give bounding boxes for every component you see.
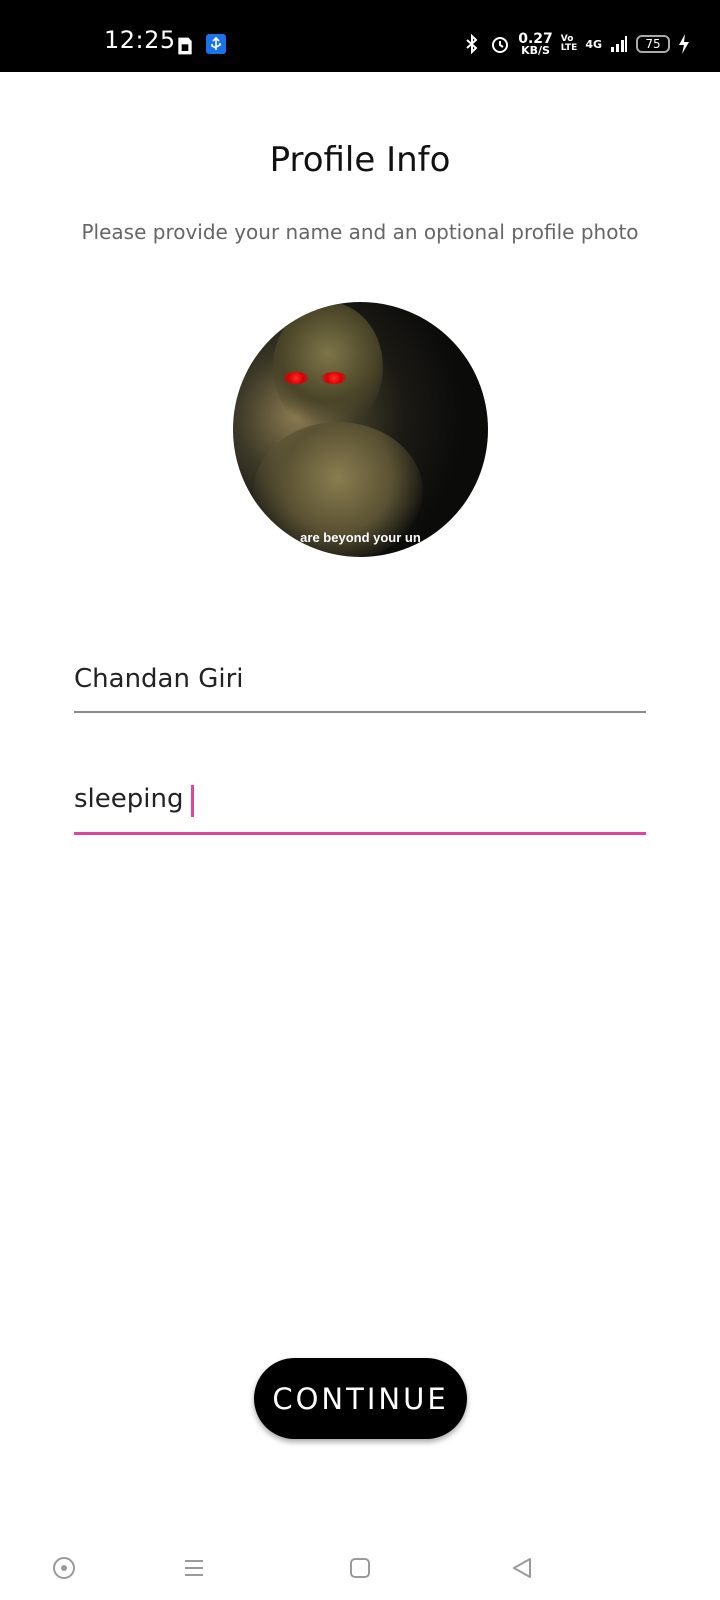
- home-square-icon: [350, 1558, 370, 1578]
- battery-icon: 75: [636, 35, 670, 53]
- charging-icon: [679, 34, 689, 54]
- back-triangle-icon: [513, 1558, 531, 1578]
- volte-indicator: Vo LTE: [560, 34, 578, 53]
- assistant-nav-button[interactable]: [46, 1550, 82, 1586]
- photo-caption: are beyond your un: [300, 530, 421, 545]
- status-time: 12:25: [104, 26, 176, 54]
- alarm-icon: [492, 37, 509, 53]
- status-bar: 12:25 0.27 KB/S Vo LTE 4G 75: [0, 0, 720, 72]
- photo-red-eye-left: [283, 372, 309, 384]
- system-nav-bar: [0, 1530, 720, 1600]
- continue-button[interactable]: CONTINUE: [254, 1358, 467, 1439]
- assistant-circle-icon: [53, 1557, 75, 1579]
- page-title: Profile Info: [269, 140, 451, 180]
- about-field[interactable]: sleeping: [74, 784, 646, 836]
- about-field-value: sleeping: [74, 784, 184, 814]
- name-field-value: Chandan Giri: [74, 664, 244, 694]
- bluetooth-icon: [466, 34, 478, 54]
- network-type: 4G: [585, 37, 602, 51]
- name-field[interactable]: Chandan Giri: [74, 664, 646, 714]
- back-nav-button[interactable]: [504, 1550, 540, 1586]
- text-cursor: [191, 784, 195, 817]
- home-nav-button[interactable]: [342, 1550, 378, 1586]
- menu-nav-button[interactable]: [176, 1550, 212, 1586]
- photo-figure-head: [273, 302, 383, 432]
- status-right-cluster: 0.27 KB/S Vo LTE 4G 75: [462, 30, 690, 58]
- profile-photo[interactable]: are beyond your un: [233, 302, 488, 557]
- usb-debug-icon: [206, 34, 226, 54]
- network-speed: 0.27 KB/S: [518, 31, 553, 57]
- about-field-underline: [74, 832, 646, 835]
- name-field-underline: [74, 711, 646, 713]
- page-subtitle: Please provide your name and an optional…: [81, 220, 639, 244]
- menu-icon: [185, 1560, 203, 1576]
- sim-card-icon: [178, 37, 192, 55]
- photo-red-eye-right: [321, 372, 347, 384]
- signal-icon: [611, 36, 627, 52]
